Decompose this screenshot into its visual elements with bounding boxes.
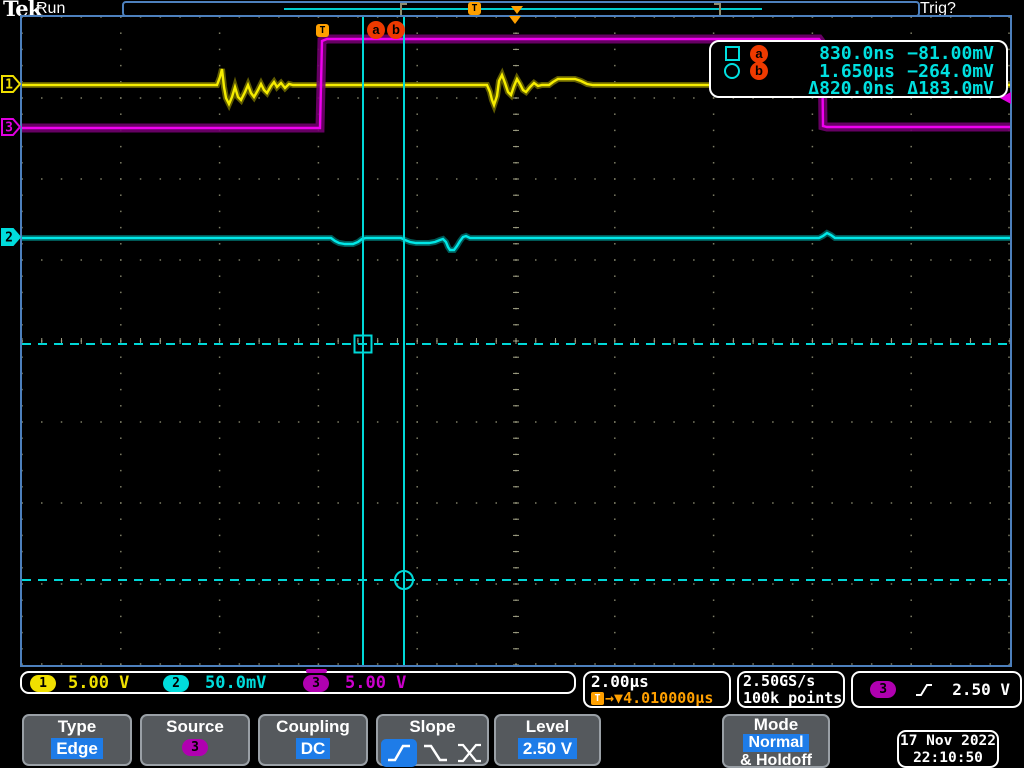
menu-type-button[interactable]: Type Edge (22, 714, 132, 766)
cursor-delta-time: Δ820.0ns (808, 78, 895, 100)
slope-label: Slope (409, 717, 456, 736)
cursor-readout-box: a 830.0ns −81.00mV b 1.650µs −264.0mV Δ8… (709, 40, 1008, 100)
mode-label: Mode (753, 715, 799, 734)
type-label: Type (57, 717, 97, 736)
date-value: 17 Nov 2022 (899, 733, 997, 749)
menu-mode-button[interactable]: Mode Normal & Holdoff (722, 714, 830, 768)
record-length: 100k points (743, 688, 843, 707)
ch2-badge: 2 (163, 675, 189, 692)
svg-text:1: 1 (5, 78, 13, 93)
source-label: Source (166, 717, 224, 736)
cursor-delta-voltage: Δ183.0mV (907, 78, 994, 100)
menu-coupling-button[interactable]: Coupling DC (258, 714, 368, 766)
type-value: Edge (51, 738, 103, 759)
record-trigger-t-flag: T (468, 2, 481, 15)
acquisition-readout: 2.50GS/s 100k points (737, 671, 845, 708)
coupling-label: Coupling (276, 717, 350, 736)
graticule (20, 15, 1012, 667)
source-value-badge: 3 (182, 739, 208, 756)
trigger-source-badge: 3 (870, 681, 897, 698)
record-line (284, 8, 762, 10)
magenta-marker (306, 669, 327, 673)
slope-either-icon[interactable] (455, 742, 485, 764)
svg-text:3: 3 (5, 121, 13, 136)
cursor-a-square-icon (719, 46, 745, 62)
ch2-position-marker[interactable]: 2 (1, 228, 21, 246)
slope-rising-icon[interactable] (380, 739, 417, 767)
trigger-delay: 4.010000µs (623, 689, 714, 707)
level-label: Level (525, 717, 570, 736)
cursor-a-badge: a (750, 44, 768, 63)
ch1-scale: 5.00 V (68, 673, 130, 693)
ch3-badge: 3 (303, 675, 329, 692)
menu-source-button[interactable]: Source 3 (140, 714, 250, 766)
timebase-scale: 2.00µs (591, 672, 649, 691)
trigger-point-t-flag[interactable]: T (316, 24, 329, 37)
trigger-level-value: 2.50 V (952, 680, 1010, 699)
horizontal-readout: 2.00µs T →▼ 4.010000µs (583, 671, 731, 708)
channel-scale-readout: 1 5.00 V 2 50.0mV 3 5.00 V (20, 671, 576, 694)
sample-rate: 2.50GS/s (743, 672, 816, 690)
cursor-b-circle-icon (719, 63, 745, 80)
slope-falling-icon[interactable] (421, 742, 451, 764)
trigger-t-icon: T (591, 691, 604, 705)
coupling-value: DC (295, 738, 331, 759)
oscilloscope-screen: Tek Run Trig? T T a b 1 3 2 a 830.0ns −8… (0, 0, 1024, 768)
mode-value: Normal (743, 734, 809, 752)
level-value: 2.50 V (517, 738, 578, 759)
cursor-delta-row: Δ820.0ns Δ183.0mV (711, 78, 1006, 100)
ch3-scale: 5.00 V (345, 673, 407, 693)
expansion-point-icon (509, 16, 521, 24)
cursor-b-label[interactable]: b (387, 21, 405, 39)
waveform-display[interactable] (22, 17, 1010, 665)
ch1-position-marker[interactable]: 1 (1, 75, 21, 93)
mode-value-line2: & Holdoff (740, 752, 812, 768)
menu-level-button[interactable]: Level 2.50 V (494, 714, 601, 766)
ch1-badge: 1 (30, 675, 56, 692)
time-value: 22:10:50 (913, 749, 983, 766)
ch3-position-marker[interactable]: 3 (1, 118, 21, 136)
datetime-box: 17 Nov 2022 22:10:50 (897, 730, 999, 768)
svg-text:2: 2 (5, 231, 13, 246)
cursor-a-label[interactable]: a (367, 21, 385, 39)
trigger-readout: 3 2.50 V (851, 671, 1022, 708)
rising-edge-icon (916, 683, 933, 696)
record-expansion-point-icon (511, 6, 523, 14)
delay-arrows: →▼ (605, 689, 624, 707)
ch2-scale: 50.0mV (205, 673, 267, 693)
menu-slope-button[interactable]: Slope (376, 714, 489, 767)
cursor-b-badge: b (750, 62, 768, 81)
